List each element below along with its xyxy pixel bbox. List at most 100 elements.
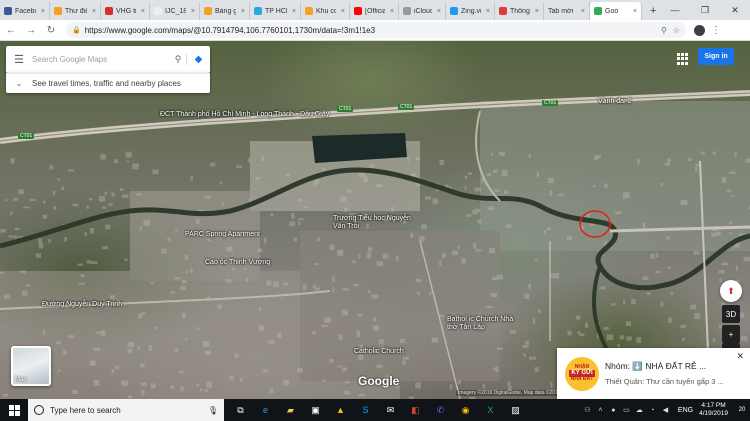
layers-label: Map <box>15 377 27 383</box>
compass-icon[interactable]: ⬆ <box>720 280 742 302</box>
battery-icon[interactable]: ▭ <box>620 406 633 414</box>
start-button[interactable] <box>0 399 28 421</box>
tab-close-icon[interactable]: × <box>486 8 490 15</box>
tab-close-icon[interactable]: × <box>241 8 245 15</box>
skype-icon[interactable]: S <box>353 399 378 421</box>
tab-item[interactable]: VHG tri × <box>101 2 150 20</box>
reload-icon[interactable]: ↻ <box>42 21 60 39</box>
drive-icon[interactable]: ▲ <box>328 399 353 421</box>
tab-close-icon[interactable]: × <box>292 8 296 15</box>
facebook-notification[interactable]: NHẬN KÝ GỬI NHÀ ĐẤT Nhóm: ⬇️ NHÀ ĐẤT RẺ … <box>557 348 750 399</box>
tab-close-icon[interactable]: × <box>535 8 539 15</box>
zoom-icon[interactable]: ⚲ <box>661 26 667 35</box>
directions-icon[interactable]: ◆ <box>186 54 210 65</box>
tab-label: IJC_18C <box>165 7 186 15</box>
taskbar-search[interactable]: Type here to search 🎙 <box>28 399 224 421</box>
map-label-street: Đường Nguyễn Duy Trinh <box>42 301 123 308</box>
tab-close-icon[interactable]: × <box>390 8 394 15</box>
bookmark-star-icon[interactable]: ☆ <box>673 26 680 35</box>
tab-close-icon[interactable]: × <box>141 8 145 15</box>
tab-item[interactable]: Thông × <box>495 2 544 20</box>
tab-close-icon[interactable]: × <box>191 8 195 15</box>
window-controls: — ❐ ✕ <box>660 0 750 20</box>
close-notification-icon[interactable]: ✕ <box>736 351 744 362</box>
tab-close-icon[interactable]: × <box>341 8 345 15</box>
tab-favicon-icon <box>254 7 262 15</box>
task-view-icon[interactable]: ⧉ <box>228 399 253 421</box>
language-indicator[interactable]: ENG <box>678 407 693 414</box>
system-tray: ⚇ ˄ ● ▭ ☁ ◔ ◀ ENG 4:17 PM 4/19/2019 20 <box>581 399 750 421</box>
volume-icon[interactable]: ◀ <box>659 406 672 414</box>
address-bar[interactable]: 🔒 https://www.google.com/maps/@10.791479… <box>66 22 686 38</box>
map-label-ring-road: Vành đai 2 <box>598 98 632 105</box>
restore-icon[interactable]: ❐ <box>690 0 720 20</box>
excel-icon[interactable]: X <box>478 399 503 421</box>
close-window-icon[interactable]: ✕ <box>720 0 750 20</box>
file-explorer-icon[interactable]: ▰ <box>278 399 303 421</box>
tab-item[interactable]: Khu co × <box>301 2 350 20</box>
ppt-icon[interactable]: ◧ <box>403 399 428 421</box>
tab-label: VHG tri <box>116 7 136 15</box>
photos-icon[interactable]: ▨ <box>503 399 528 421</box>
satellite-map[interactable]: ĐCT Thành phố Hồ Chí Minh - Long Thành -… <box>0 41 750 399</box>
tab-item[interactable]: IJC_18C × <box>150 2 200 20</box>
microphone-icon[interactable]: 🎙 <box>208 406 218 415</box>
search-icon[interactable]: ⚲ <box>170 54 186 65</box>
travel-times-panel[interactable]: ⌄ See travel times, traffic and nearby p… <box>6 73 210 93</box>
search-placeholder[interactable]: Search Google Maps <box>32 55 170 64</box>
tray-chevron-icon[interactable]: ˄ <box>594 407 607 414</box>
tab-label: Khu co <box>316 7 336 15</box>
tab-favicon-icon <box>204 7 212 15</box>
chrome-icon[interactable]: ◉ <box>453 399 478 421</box>
tab-close-icon[interactable]: × <box>581 8 585 15</box>
tilt-3d-button[interactable]: 3D <box>722 305 740 323</box>
tab-close-icon[interactable]: × <box>41 8 45 15</box>
tab-favicon-icon <box>105 7 113 15</box>
tab-close-icon[interactable]: × <box>633 8 637 15</box>
tab-label: Thư điệ <box>65 7 87 15</box>
tab-favicon-icon <box>4 7 12 15</box>
wifi-icon[interactable]: ◔ <box>646 407 659 414</box>
zoom-in-button[interactable]: + <box>722 325 740 343</box>
apps-grid-icon[interactable] <box>677 53 689 65</box>
windows-taskbar: Type here to search 🎙 ⧉ e ▰ ▣ ▲ S ✉ ◧ ✆ … <box>0 399 750 421</box>
tab-item[interactable]: Zing.vn × <box>446 2 495 20</box>
menu-kebab-icon[interactable]: ⋮ <box>711 25 721 36</box>
tab-label: [Officia <box>365 7 385 15</box>
tab-item[interactable]: TP HCN × <box>250 2 301 20</box>
tab-item[interactable]: Goo × <box>590 2 642 20</box>
tray-app-icon[interactable]: ● <box>607 407 620 414</box>
hamburger-menu-icon[interactable]: ☰ <box>6 53 32 66</box>
tab-item[interactable]: [Officia × <box>350 2 399 20</box>
viber-icon[interactable]: ✆ <box>428 399 453 421</box>
tab-item[interactable]: Tab mới × <box>544 2 590 20</box>
tab-item[interactable]: iCloud × <box>399 2 446 20</box>
tab-item[interactable]: Bảng g × <box>200 2 250 20</box>
back-icon[interactable]: ← <box>2 21 20 39</box>
layers-toggle[interactable]: Map <box>11 346 51 386</box>
tab-close-icon[interactable]: × <box>92 8 96 15</box>
tab-item[interactable]: Thư điệ × <box>50 2 101 20</box>
clock[interactable]: 4:17 PM 4/19/2019 <box>699 402 728 418</box>
group-avatar: NHẬN KÝ GỬI NHÀ ĐẤT <box>565 356 599 391</box>
forward-icon[interactable]: → <box>22 21 40 39</box>
edge-icon[interactable]: e <box>253 399 278 421</box>
people-icon[interactable]: ⚇ <box>581 406 594 414</box>
cortana-icon <box>34 405 44 415</box>
tab-close-icon[interactable]: × <box>437 8 441 15</box>
travel-times-text: See travel times, traffic and nearby pla… <box>32 79 181 88</box>
action-center-icon[interactable]: 20 <box>734 407 750 413</box>
onedrive-icon[interactable]: ☁ <box>633 406 646 414</box>
sign-in-button[interactable]: Sign in <box>698 48 734 65</box>
notification-body: Thiết Quân: Thư cần tuyển gấp 3 ... <box>605 377 724 386</box>
store-icon[interactable]: ▣ <box>303 399 328 421</box>
tab-favicon-icon <box>54 7 62 15</box>
tab-strip: Facebo×Thư điệ×VHG tri×IJC_18C×Bảng g×TP… <box>0 0 750 20</box>
road-tag-ct01: CT01 <box>337 106 354 112</box>
profile-avatar[interactable] <box>694 24 705 36</box>
mail-icon[interactable]: ✉ <box>378 399 403 421</box>
road-tag-ct01-3: CT01 <box>542 100 559 106</box>
search-box[interactable]: ☰ Search Google Maps ⚲ ◆ <box>6 46 210 73</box>
tab-item[interactable]: Facebo × <box>0 2 50 20</box>
minimize-icon[interactable]: — <box>660 0 690 20</box>
